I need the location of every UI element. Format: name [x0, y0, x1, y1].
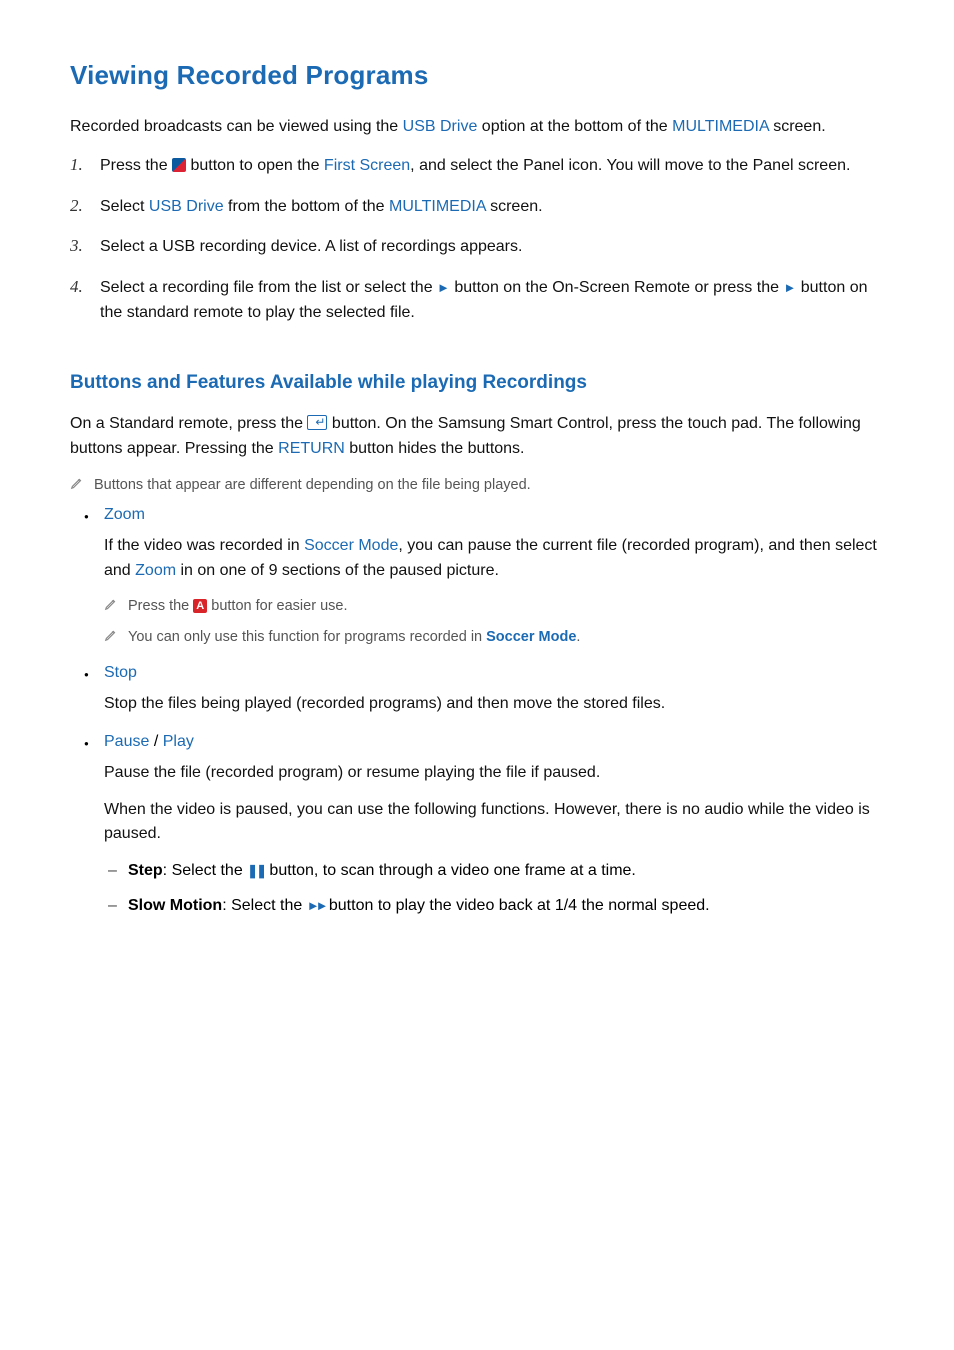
a-button-icon: A — [193, 599, 207, 613]
text: screen. — [486, 198, 543, 215]
pause-icon: ❚❚ — [247, 863, 265, 878]
note-text: Press the A button for easier use. — [128, 596, 884, 617]
step-number: 1. — [70, 154, 100, 175]
step-number: 2. — [70, 195, 100, 216]
manual-page: Viewing Recorded Programs Recorded broad… — [0, 0, 954, 1350]
text: from the bottom of the — [224, 198, 389, 215]
step-label: Step — [128, 862, 163, 879]
intro-paragraph: Recorded broadcasts can be viewed using … — [70, 115, 884, 140]
play-icon: ► — [437, 278, 450, 298]
pencil-icon — [104, 627, 128, 647]
note: Buttons that appear are different depend… — [70, 475, 884, 496]
step-body: Select USB Drive from the bottom of the … — [100, 195, 884, 220]
usb-drive-term: USB Drive — [149, 198, 224, 215]
section-intro: On a Standard remote, press the button. … — [70, 412, 884, 462]
feature-title: Zoom — [104, 506, 884, 524]
first-screen-term: First Screen — [324, 157, 410, 174]
step-body: Select a USB recording device. A list of… — [100, 235, 884, 260]
step-4: 4. Select a recording file from the list… — [70, 276, 884, 326]
multimedia-term: MULTIMEDIA — [389, 198, 486, 215]
enter-icon — [307, 415, 327, 430]
text: Select a recording file from the list or… — [100, 279, 437, 296]
text: button to open the — [186, 157, 324, 174]
text: , and select the Panel icon. You will mo… — [410, 157, 850, 174]
pencil-icon — [104, 596, 128, 616]
feature-body: Pause the file (recorded program) or res… — [104, 761, 884, 786]
text: button, to scan through a video one fram… — [265, 862, 636, 879]
note: Press the A button for easier use. — [104, 596, 884, 617]
feature-title: Stop — [104, 664, 884, 682]
step-number: 3. — [70, 235, 100, 256]
text: button for easier use. — [207, 598, 347, 614]
step-body: Select a recording file from the list or… — [100, 276, 884, 326]
usb-drive-term: USB Drive — [403, 118, 478, 135]
section-heading: Buttons and Features Available while pla… — [70, 372, 884, 394]
soccer-mode-term: Soccer Mode — [486, 629, 576, 645]
step-2: 2. Select USB Drive from the bottom of t… — [70, 195, 884, 220]
note: You can only use this function for progr… — [104, 627, 884, 648]
feature-body: When the video is paused, you can use th… — [104, 798, 884, 848]
sub-feature-slow-motion: Slow Motion: Select the ►► button to pla… — [104, 894, 884, 919]
return-term: RETURN — [278, 440, 345, 457]
step-body: Press the button to open the First Scree… — [100, 154, 884, 179]
separator: / — [149, 733, 162, 750]
note-text: Buttons that appear are different depend… — [94, 475, 884, 496]
text: button on the On-Screen Remote or press … — [450, 279, 784, 296]
text: Select — [100, 198, 149, 215]
text: You can only use this function for progr… — [128, 629, 486, 645]
text: Press the — [100, 157, 172, 174]
feature-zoom: Zoom If the video was recorded in Soccer… — [70, 506, 884, 648]
text: : Select the — [163, 862, 248, 879]
feature-pause-play: Pause / Play Pause the file (recorded pr… — [70, 733, 884, 919]
text: in on one of 9 sections of the paused pi… — [176, 562, 499, 579]
steps-list: 1. Press the button to open the First Sc… — [70, 154, 884, 326]
step-1: 1. Press the button to open the First Sc… — [70, 154, 884, 179]
text: button hides the buttons. — [345, 440, 525, 457]
feature-stop: Stop Stop the files being played (record… — [70, 664, 884, 717]
note-text: You can only use this function for progr… — [128, 627, 884, 648]
fast-forward-icon: ►► — [307, 898, 325, 913]
soccer-mode-term: Soccer Mode — [304, 537, 398, 554]
text: : Select the — [222, 897, 307, 914]
sub-feature-step: Step: Select the ❚❚ button, to scan thro… — [104, 859, 884, 884]
sub-feature-list: Step: Select the ❚❚ button, to scan thro… — [104, 859, 884, 919]
text: Press the — [128, 598, 193, 614]
feature-body: Stop the files being played (recorded pr… — [104, 692, 884, 717]
feature-body: If the video was recorded in Soccer Mode… — [104, 534, 884, 584]
text: . — [576, 629, 580, 645]
text: Recorded broadcasts can be viewed using … — [70, 118, 403, 135]
multimedia-term: MULTIMEDIA — [672, 118, 769, 135]
play-term: Play — [163, 733, 194, 750]
text: option at the bottom of the — [477, 118, 672, 135]
text: screen. — [769, 118, 826, 135]
zoom-term: Zoom — [135, 562, 176, 579]
text: button to play the video back at 1/4 the… — [324, 897, 709, 914]
step-3: 3. Select a USB recording device. A list… — [70, 235, 884, 260]
smart-hub-icon — [172, 158, 186, 172]
pencil-icon — [70, 475, 94, 495]
slow-motion-label: Slow Motion — [128, 897, 222, 914]
step-number: 4. — [70, 276, 100, 297]
feature-title: Pause / Play — [104, 733, 884, 751]
page-title: Viewing Recorded Programs — [70, 60, 884, 91]
sub-notes: Press the A button for easier use. You c… — [104, 596, 884, 648]
play-icon: ► — [783, 278, 796, 298]
text: If the video was recorded in — [104, 537, 304, 554]
feature-list: Zoom If the video was recorded in Soccer… — [70, 506, 884, 918]
text: On a Standard remote, press the — [70, 415, 307, 432]
pause-term: Pause — [104, 733, 149, 750]
